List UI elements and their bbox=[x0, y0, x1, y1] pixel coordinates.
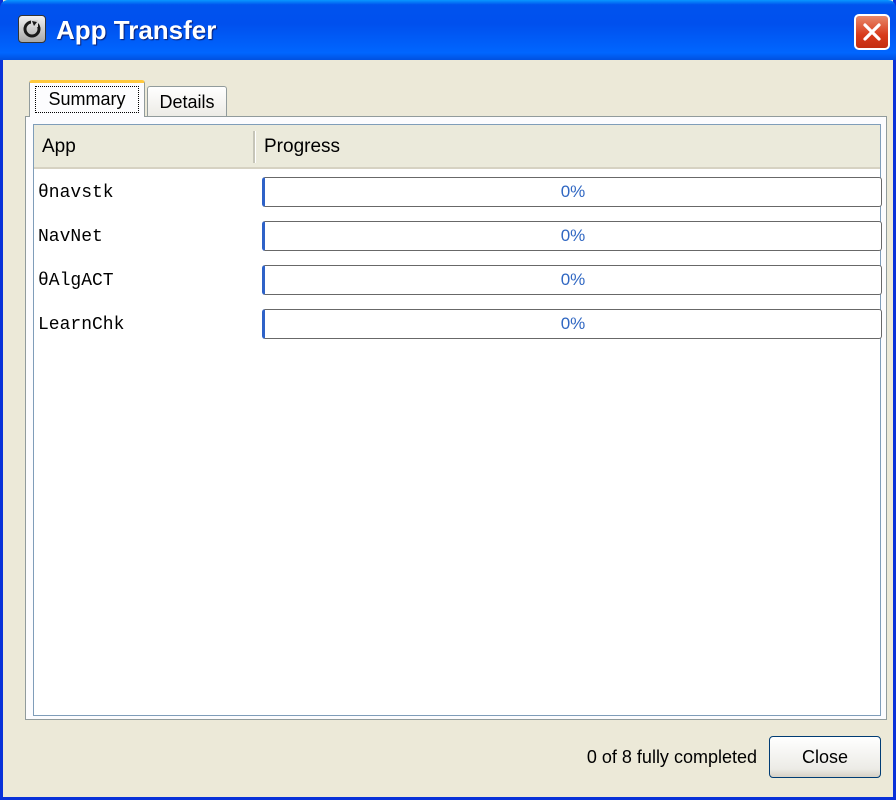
completion-status: 0 of 8 fully completed bbox=[586, 747, 757, 767]
title-bar[interactable]: App Transfer bbox=[0, 0, 896, 60]
app-transfer-window: App Transfer Summary Details App Progres… bbox=[0, 0, 896, 800]
progress-bar: 0% bbox=[262, 265, 882, 295]
tab-details[interactable]: Details bbox=[147, 86, 227, 117]
table-row[interactable]: θAlgACT 0% bbox=[34, 259, 882, 303]
table-row[interactable]: NavNet 0% bbox=[34, 215, 882, 259]
app-name: LearnChk bbox=[38, 315, 125, 335]
column-header-progress[interactable]: Progress bbox=[256, 125, 880, 167]
progress-bar: 0% bbox=[262, 177, 882, 207]
app-name: θAlgACT bbox=[38, 271, 114, 291]
progress-bar: 0% bbox=[262, 221, 882, 251]
tab-summary-label: Summary bbox=[35, 86, 139, 113]
app-logo-icon bbox=[18, 15, 46, 43]
table-row[interactable]: θnavstk 0% bbox=[34, 171, 882, 215]
table-header: App Progress bbox=[34, 125, 880, 169]
close-button[interactable]: Close bbox=[769, 736, 881, 778]
window-title: App Transfer bbox=[56, 15, 217, 45]
progress-bar: 0% bbox=[262, 309, 882, 339]
tab-summary[interactable]: Summary bbox=[29, 80, 145, 117]
app-name: NavNet bbox=[38, 227, 103, 247]
app-name: θnavstk bbox=[38, 183, 114, 203]
column-header-app[interactable]: App bbox=[34, 125, 254, 167]
table-row[interactable]: LearnChk 0% bbox=[34, 303, 882, 347]
close-icon[interactable] bbox=[854, 14, 890, 50]
transfer-table[interactable]: App Progress θnavstk 0% NavNet 0% θAlgAC… bbox=[33, 124, 882, 716]
